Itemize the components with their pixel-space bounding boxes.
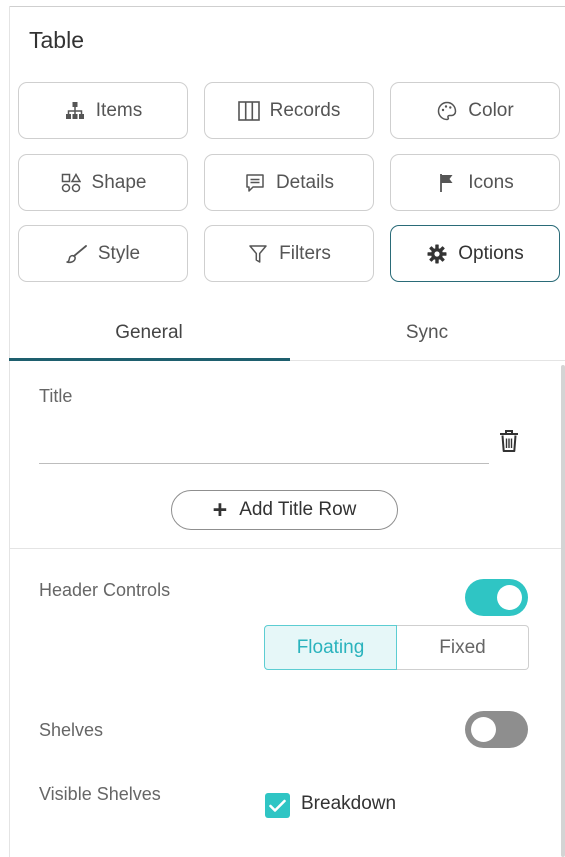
add-title-row-button[interactable]: + Add Title Row [171, 490, 398, 530]
panel-left-border [9, 6, 10, 857]
palette-icon [436, 100, 458, 122]
shape-button[interactable]: Shape [18, 154, 188, 211]
icons-button-label: Icons [468, 171, 514, 193]
shelves-label: Shelves [39, 720, 104, 740]
fixed-option[interactable]: Fixed [397, 625, 529, 670]
section-divider [9, 548, 561, 549]
tab-general[interactable]: General [9, 305, 289, 361]
filter-icon [247, 243, 269, 265]
filters-button-label: Filters [279, 242, 331, 264]
panel-title: Table [29, 27, 84, 53]
settings-tabs: General Sync [9, 305, 565, 361]
gear-icon [426, 243, 448, 265]
shape-button-label: Shape [91, 171, 147, 193]
toggle-knob [471, 717, 496, 742]
header-controls-toggle[interactable] [465, 579, 528, 616]
color-button[interactable]: Color [390, 82, 560, 139]
comment-icon [244, 172, 266, 194]
title-input[interactable] [39, 463, 489, 464]
plus-icon: + [212, 496, 228, 524]
columns-icon [237, 100, 260, 122]
panel-top-border [9, 6, 565, 7]
title-label: Title [39, 386, 73, 406]
checkmark-icon [269, 799, 286, 812]
items-button[interactable]: Items [18, 82, 188, 139]
items-button-label: Items [95, 99, 143, 121]
options-button-label: Options [458, 242, 524, 264]
records-button-label: Records [269, 99, 341, 121]
active-tab-indicator [9, 358, 290, 361]
add-title-row-label: Add Title Row [239, 499, 357, 520]
icons-button[interactable]: Icons [390, 154, 560, 211]
header-mode-segmented-control: Floating Fixed [264, 625, 529, 670]
color-button-label: Color [468, 99, 514, 121]
header-controls-label: Header Controls [39, 580, 171, 600]
hierarchy-icon [64, 100, 86, 122]
details-button-label: Details [275, 171, 335, 193]
brush-icon [66, 243, 88, 265]
records-button[interactable]: Records [204, 82, 374, 139]
style-button-label: Style [97, 242, 141, 264]
visible-shelves-label: Visible Shelves [39, 784, 161, 804]
flag-icon [436, 172, 458, 194]
toggle-knob [497, 585, 522, 610]
filters-button[interactable]: Filters [204, 225, 374, 282]
shelves-toggle[interactable] [465, 711, 528, 748]
breakdown-label: Breakdown [301, 793, 397, 814]
vertical-scrollbar[interactable] [561, 365, 565, 857]
shapes-icon [60, 172, 82, 194]
trash-icon[interactable] [497, 428, 521, 454]
style-button[interactable]: Style [18, 225, 188, 282]
floating-option[interactable]: Floating [264, 625, 397, 670]
details-button[interactable]: Details [204, 154, 374, 211]
options-button[interactable]: Options [390, 225, 560, 282]
breakdown-checkbox[interactable] [265, 793, 290, 818]
tab-sync[interactable]: Sync [289, 305, 565, 361]
